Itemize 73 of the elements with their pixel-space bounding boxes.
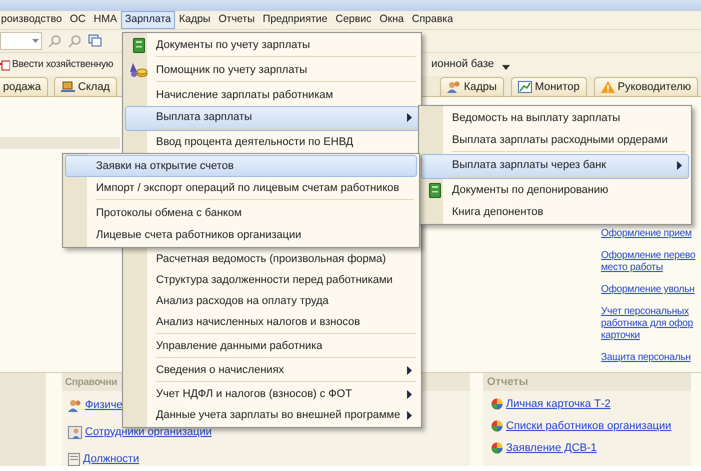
- panel-header: Справочни: [65, 376, 118, 390]
- submenu-arrow-icon: [407, 366, 412, 375]
- task-link[interactable]: Оформление прием: [601, 228, 696, 240]
- menubar-item[interactable]: роизводство: [0, 11, 66, 30]
- menu-item[interactable]: Помощник по учету зарплаты: [125, 59, 419, 84]
- menu-item[interactable]: Выплата зарплаты через банк: [421, 154, 689, 179]
- windows-icon[interactable]: [88, 34, 102, 48]
- menubar-item[interactable]: Сервис: [332, 11, 376, 30]
- report-link[interactable]: Заявление ДСВ-1: [506, 440, 597, 456]
- menu-item[interactable]: Расчетная ведомость (произвольная форма): [125, 249, 419, 270]
- book-icon: [133, 38, 145, 52]
- report-link[interactable]: Личная карточка Т-2: [506, 396, 611, 412]
- submenu-arrow-icon: [677, 160, 682, 170]
- menu-item[interactable]: Заявки на открытие счетов: [65, 155, 417, 177]
- task-link[interactable]: Оформление перево место работы: [601, 250, 696, 274]
- menubar-item[interactable]: Предприятие: [258, 11, 332, 30]
- toolbar-action[interactable]: ионной базе: [431, 56, 494, 73]
- submenu-arrow-icon: [407, 411, 412, 420]
- menubar-item[interactable]: Отчеты: [214, 11, 259, 30]
- wizard-coins-icon: [130, 62, 148, 78]
- menu-item[interactable]: Протоколы обмена с банком: [65, 202, 417, 224]
- menu-item[interactable]: Документы по учету зарплаты: [125, 34, 419, 59]
- report-link[interactable]: Списки работников организации: [506, 418, 672, 434]
- box-cart-icon: [61, 81, 76, 94]
- pie-chart-icon: [491, 442, 503, 454]
- menu-item[interactable]: Документы по депонированию: [421, 179, 689, 201]
- panel-header: Отчеты: [483, 373, 691, 392]
- menu-item[interactable]: Сведения о начислениях: [125, 360, 419, 384]
- task-link[interactable]: Учет персональных работника для офор карточки: [601, 306, 696, 342]
- combo-field[interactable]: [0, 32, 42, 50]
- person-card-icon: [68, 426, 82, 439]
- submenu-arrow-icon: [407, 112, 412, 122]
- menubar-item[interactable]: НМА: [90, 11, 122, 30]
- menu-item[interactable]: Книга депонентов: [421, 201, 689, 223]
- menubar-item[interactable]: Зарплата: [121, 11, 175, 30]
- catalog-link[interactable]: Сотрудники организации: [85, 424, 212, 440]
- menu-item[interactable]: Данные учета зарплаты во внешней программе: [125, 405, 419, 426]
- menu-item[interactable]: Лицевые счета работников организации: [65, 224, 417, 246]
- submenu-arrow-icon: [407, 390, 412, 399]
- people-icon: [446, 81, 461, 94]
- pie-chart-icon: [491, 398, 503, 410]
- menu-item[interactable]: Структура задолженности перед работниками: [125, 270, 419, 291]
- section-tab[interactable]: Склад: [54, 77, 117, 96]
- catalog-link[interactable]: Должности: [83, 450, 140, 466]
- task-link[interactable]: Защита персональн: [601, 352, 696, 364]
- menu-item[interactable]: Выплата зарплаты расходными ордерами: [421, 129, 689, 154]
- people-icon: [68, 398, 82, 412]
- menu-item[interactable]: Управление данными работника: [125, 336, 419, 360]
- menubar-item[interactable]: ОС: [66, 11, 90, 30]
- menu-item[interactable]: Ведомость на выплату зарплаты: [421, 107, 689, 129]
- warning-icon: [600, 81, 615, 94]
- menubar-item[interactable]: Окна: [375, 11, 408, 30]
- section-tab[interactable]: родажа: [0, 77, 48, 96]
- section-tab[interactable]: Руководителю: [594, 77, 698, 96]
- menu-item[interactable]: Начисление зарплаты работникам: [125, 84, 419, 106]
- menu-item[interactable]: Ввод процента деятельности по ЕНВД: [125, 131, 419, 153]
- section-tab[interactable]: Монитор: [510, 77, 587, 96]
- toolbar-action[interactable]: Ввести хозяйственную: [12, 57, 114, 72]
- menu-item[interactable]: Выплата зарплаты: [125, 106, 419, 131]
- book-icon: [429, 182, 441, 198]
- catalog-link[interactable]: Физиче: [85, 396, 123, 414]
- section-tab[interactable]: Кадры: [440, 77, 504, 96]
- task-link[interactable]: Оформление увольн: [601, 284, 696, 296]
- menubar-item[interactable]: Справка: [408, 11, 458, 30]
- dropdown-caret-icon: [32, 39, 39, 44]
- menu-item[interactable]: Анализ начисленных налогов и взносов: [125, 312, 419, 336]
- menu-item[interactable]: Импорт / экспорт операций по лицевым счетам работников: [65, 177, 417, 202]
- menubar-item[interactable]: Кадры: [175, 11, 214, 30]
- menu-item[interactable]: Учет НДФЛ и налогов (взносов) с ФОТ: [125, 384, 419, 405]
- chart-icon: [518, 81, 532, 94]
- pie-chart-icon: [491, 420, 503, 432]
- menu-item[interactable]: Анализ расходов на оплату труда: [125, 291, 419, 312]
- dropdown-caret-icon[interactable]: [502, 65, 510, 70]
